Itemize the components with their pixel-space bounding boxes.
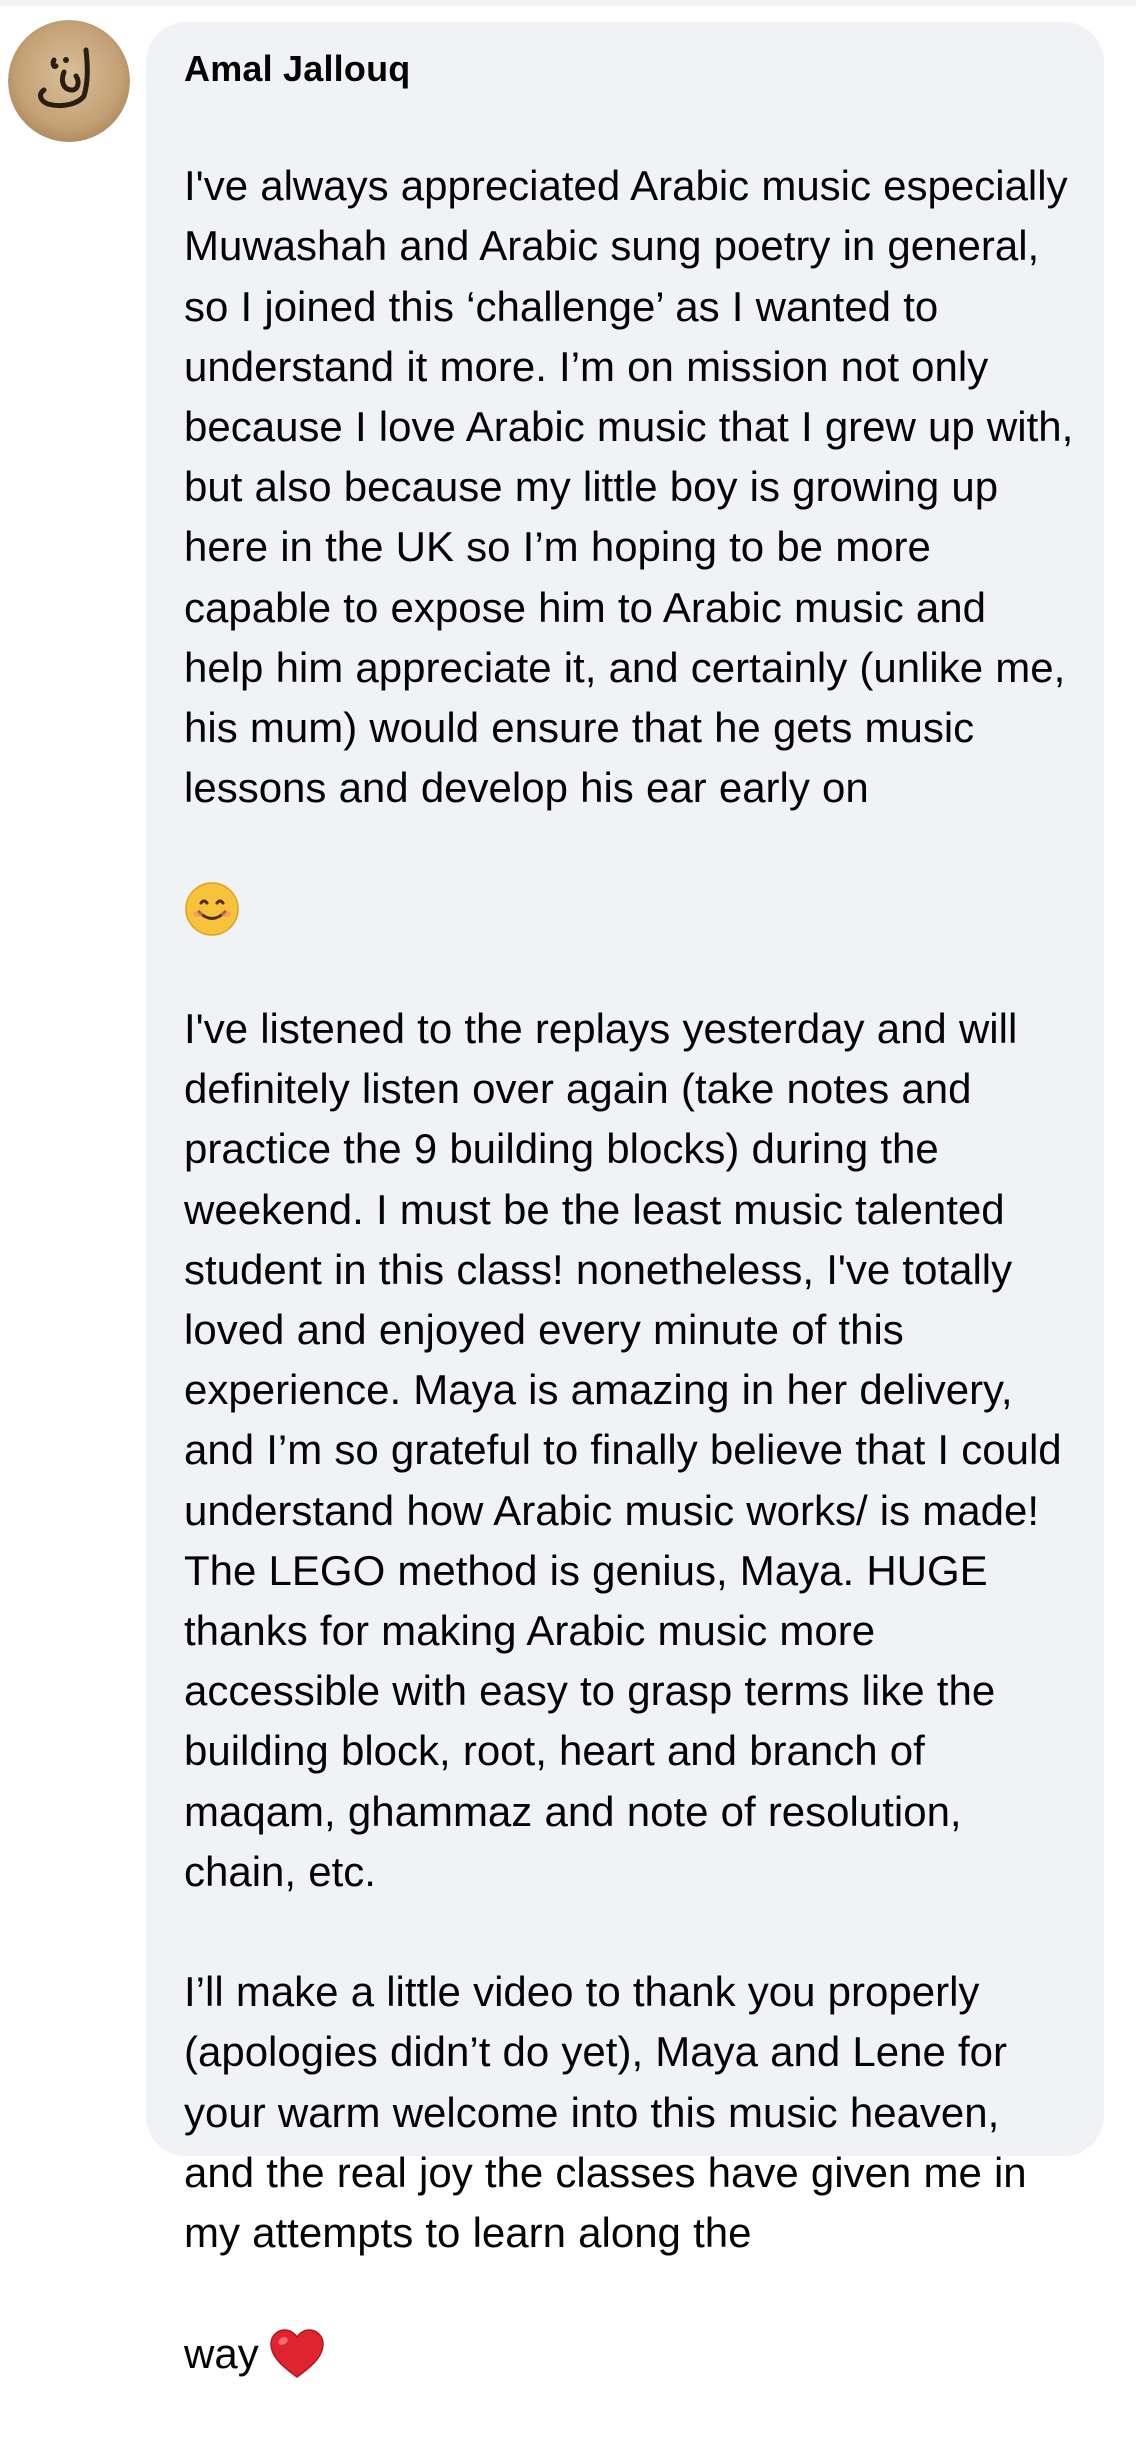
comment-paragraph: I’ll make a little video to thank you pr… [184, 1968, 1027, 2257]
arabic-calligraphy-avatar-icon [8, 20, 130, 142]
comment-paragraph: I've listened to the replays yesterday a… [184, 1005, 1062, 1895]
avatar[interactable] [8, 20, 130, 142]
comment-body: I've always appreciated Arabic music esp… [184, 96, 1074, 2444]
red-heart-emoji-icon [269, 2328, 324, 2378]
comment-author[interactable]: Amal Jallouq [184, 46, 1074, 92]
comment-bubble: Amal Jallouq I've always appreciated Ara… [146, 22, 1104, 2378]
last-line: way [184, 2324, 1074, 2384]
emoji-line [184, 879, 1074, 939]
comment-paragraph-end: way [184, 2329, 259, 2377]
smiling-face-emoji-icon [185, 881, 239, 936]
top-edge [0, 0, 1136, 6]
comment-paragraph: I've always appreciated Arabic music esp… [184, 162, 1074, 812]
